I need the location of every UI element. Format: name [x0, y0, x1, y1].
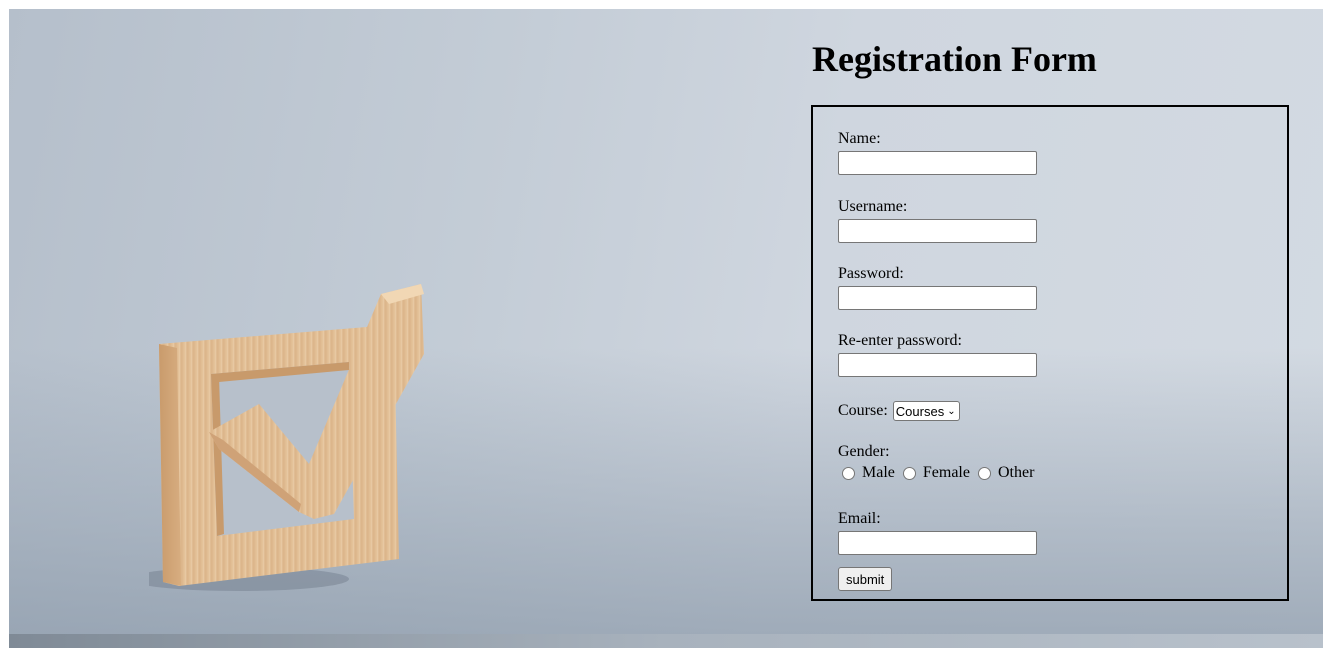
- email-field-group: Email:: [838, 510, 1037, 555]
- name-field-group: Name:: [838, 130, 1037, 175]
- gender-radio-male[interactable]: [842, 466, 855, 480]
- registration-form: Name: Username: Password: Re-enter passw…: [811, 105, 1289, 601]
- username-label: Username:: [838, 198, 908, 215]
- course-select[interactable]: Courses ⌄: [892, 401, 960, 421]
- gender-option-other: Other: [997, 464, 1035, 481]
- reenter-password-input[interactable]: [838, 353, 1037, 377]
- name-input[interactable]: [838, 151, 1037, 175]
- password-field-group: Password:: [838, 265, 1037, 310]
- page-title: Registration Form: [812, 39, 1097, 79]
- course-label: Course:: [838, 402, 888, 419]
- wooden-checkmark-box-image: [149, 284, 424, 591]
- course-select-value: Courses: [895, 403, 945, 419]
- gender-radio-female[interactable]: [902, 466, 916, 480]
- reenter-password-field-group: Re-enter password:: [838, 332, 1037, 377]
- username-field-group: Username:: [838, 198, 1037, 243]
- email-input[interactable]: [838, 531, 1037, 555]
- gender-field-group: Gender: Male Female Other: [838, 443, 1038, 482]
- bottom-strip: [9, 634, 1323, 648]
- password-label: Password:: [838, 265, 904, 282]
- gender-option-female: Female: [922, 464, 970, 481]
- gender-label: Gender:: [838, 443, 890, 460]
- email-label: Email:: [838, 510, 881, 527]
- name-label: Name:: [838, 130, 881, 147]
- gender-radio-other[interactable]: [977, 466, 991, 480]
- password-input[interactable]: [838, 286, 1037, 310]
- course-field-group: Course: Courses ⌄: [838, 401, 960, 421]
- gender-radio-group: Male Female Other: [838, 464, 1038, 482]
- username-input[interactable]: [838, 219, 1037, 243]
- reenter-password-label: Re-enter password:: [838, 332, 962, 349]
- chevron-down-icon: ⌄: [947, 405, 956, 417]
- submit-button[interactable]: submit: [838, 567, 893, 591]
- gender-option-male: Male: [862, 464, 895, 481]
